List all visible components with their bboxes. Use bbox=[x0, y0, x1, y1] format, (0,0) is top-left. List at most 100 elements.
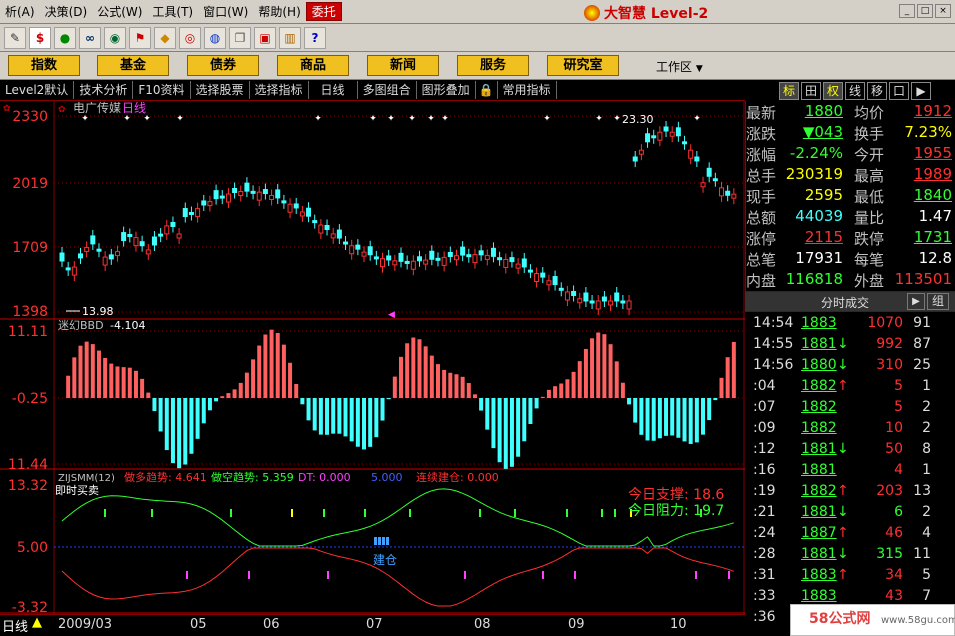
candle-body bbox=[435, 257, 441, 261]
tab-line[interactable]: 线 bbox=[845, 81, 865, 100]
tab-window[interactable]: 口 bbox=[889, 81, 909, 100]
select-indicator-menu[interactable]: 选择指标 bbox=[250, 81, 309, 99]
candle-body bbox=[571, 290, 577, 296]
menu-bar: 析(A) 决策(D) 公式(W) 工具(T) 窗口(W) 帮助(H) 委托 大智… bbox=[0, 0, 955, 24]
chart-period: 日线 bbox=[122, 101, 146, 115]
pen-icon[interactable]: ✎ bbox=[4, 26, 26, 49]
trade-cell: :09 bbox=[753, 420, 776, 436]
nav-news-button[interactable]: 新闻 bbox=[367, 55, 439, 76]
menu-formula[interactable]: 公式(W) bbox=[92, 3, 147, 20]
quote-value: 1.47 bbox=[918, 207, 952, 225]
trade-row: 14:56 1880 ↓ 310 25 bbox=[745, 355, 955, 376]
trade-cell: 46 bbox=[885, 525, 903, 541]
overlay-menu[interactable]: 图形叠加 bbox=[417, 81, 476, 99]
settings-icon[interactable]: ✿ bbox=[3, 104, 11, 114]
eye-icon[interactable]: ◎ bbox=[179, 26, 201, 49]
candle-body bbox=[343, 241, 349, 245]
tab-grid[interactable]: 田 bbox=[801, 81, 821, 100]
nav-fund-button[interactable]: 基金 bbox=[97, 55, 169, 76]
play-icon[interactable]: ▶ bbox=[907, 293, 925, 310]
tab-quote[interactable]: 标 bbox=[779, 81, 799, 100]
trade-arrow-icon: ↑ bbox=[837, 525, 849, 541]
price-tick: 1709 bbox=[12, 240, 48, 256]
diamond-icon[interactable]: ◆ bbox=[154, 26, 176, 49]
candle-body bbox=[121, 232, 127, 242]
bbd-bar bbox=[411, 337, 416, 398]
candle-body bbox=[281, 200, 287, 204]
dots-icon[interactable]: ● bbox=[54, 26, 76, 49]
dt-tick bbox=[327, 571, 329, 579]
menu-decision[interactable]: 决策(D) bbox=[40, 3, 93, 20]
multi-chart-menu[interactable]: 多图组合 bbox=[358, 81, 417, 99]
signal-marker: ✦ bbox=[387, 114, 395, 124]
books-icon[interactable]: ▥ bbox=[279, 26, 301, 49]
candle-body bbox=[552, 276, 558, 286]
period-menu[interactable]: 日线 bbox=[309, 81, 358, 99]
tab-next[interactable]: ▶ bbox=[911, 81, 931, 100]
tech-analysis-menu[interactable]: 技术分析 bbox=[74, 81, 134, 99]
kline-chart[interactable]: ✿ 电广传媒 日线 ✿ 2330 2019 1709 1398 ✦ ✦ ✦ ✦ ✦ ✦ ✦ ✦… bbox=[0, 101, 745, 614]
nav-commodity-button[interactable]: 商品 bbox=[277, 55, 349, 76]
nav-index-button[interactable]: 指数 bbox=[8, 55, 80, 76]
triangle-up-icon[interactable]: ▲ bbox=[32, 615, 42, 630]
minimize-button[interactable]: _ bbox=[899, 4, 915, 18]
tab-move[interactable]: 移 bbox=[867, 81, 887, 100]
bbd-bar bbox=[78, 345, 83, 398]
signal-marker: ✦ bbox=[408, 114, 416, 124]
period-status[interactable]: 日线 bbox=[2, 616, 28, 635]
workzone-dropdown[interactable]: 工作区 ▼ bbox=[656, 58, 703, 75]
bbd-bar bbox=[152, 398, 157, 412]
candle-body bbox=[632, 156, 638, 162]
menu-trade[interactable]: 委托 bbox=[305, 2, 342, 21]
level2-default-menu[interactable]: Level2默认 bbox=[0, 81, 75, 99]
candle-body bbox=[96, 248, 102, 252]
nav-bond-button[interactable]: 债券 bbox=[187, 55, 259, 76]
help-cursor-icon[interactable]: ? bbox=[304, 26, 326, 49]
candle-body bbox=[201, 200, 207, 206]
group-button[interactable]: 组 bbox=[927, 293, 949, 310]
nav-service-button[interactable]: 服务 bbox=[457, 55, 529, 76]
chart-settings-icon[interactable]: ✿ bbox=[58, 105, 66, 115]
menu-tools[interactable]: 工具(T) bbox=[147, 3, 198, 20]
trend-tick bbox=[566, 509, 568, 517]
select-stock-menu[interactable]: 选择股票 bbox=[191, 81, 250, 99]
bbd-bar bbox=[429, 355, 434, 398]
candle-body bbox=[472, 254, 478, 264]
dt-tick bbox=[542, 571, 544, 579]
binoculars-icon[interactable]: ∞ bbox=[79, 26, 101, 49]
maximize-button[interactable]: □ bbox=[917, 4, 933, 18]
signal-marker: ✦ bbox=[693, 114, 701, 124]
bbd-bar bbox=[343, 398, 348, 437]
bbd-bar bbox=[682, 398, 687, 442]
flag-icon[interactable]: ⚑ bbox=[129, 26, 151, 49]
candle-body bbox=[595, 300, 601, 310]
window-icon[interactable]: ▣ bbox=[254, 26, 276, 49]
tab-rights[interactable]: 权 bbox=[823, 81, 843, 100]
globe-icon[interactable]: ◍ bbox=[204, 26, 226, 49]
menu-window[interactable]: 窗口(W) bbox=[198, 3, 253, 20]
trade-cell: 14:55 bbox=[753, 336, 794, 352]
trend-tick bbox=[364, 509, 366, 517]
candle-body bbox=[312, 220, 318, 224]
bbd-bar bbox=[263, 334, 268, 398]
common-indicator-menu[interactable]: 常用指标 bbox=[498, 81, 557, 99]
menu-help[interactable]: 帮助(H) bbox=[253, 3, 305, 20]
menu-analysis[interactable]: 析(A) bbox=[0, 3, 40, 20]
quote-label: 今开 bbox=[854, 146, 885, 164]
candle-body bbox=[546, 280, 552, 286]
dial-icon[interactable]: ◉ bbox=[104, 26, 126, 49]
bbd-bar bbox=[627, 398, 632, 405]
trade-cell: 10 bbox=[885, 420, 903, 436]
candle-body bbox=[497, 257, 503, 261]
dollar-icon[interactable]: $ bbox=[29, 26, 51, 49]
candle-body bbox=[386, 255, 392, 261]
bbd-bar bbox=[559, 383, 564, 398]
nav-research-button[interactable]: 研究室 bbox=[547, 55, 619, 76]
close-button[interactable]: × bbox=[935, 4, 951, 18]
quote-label: 外盘 bbox=[854, 272, 885, 290]
lock-icon[interactable]: 🔒 bbox=[476, 81, 498, 99]
copy-icon[interactable]: ❐ bbox=[229, 26, 251, 49]
dt-tick bbox=[728, 571, 730, 579]
f10-menu[interactable]: F10资料 bbox=[133, 81, 191, 99]
bbd-bar bbox=[590, 338, 595, 398]
